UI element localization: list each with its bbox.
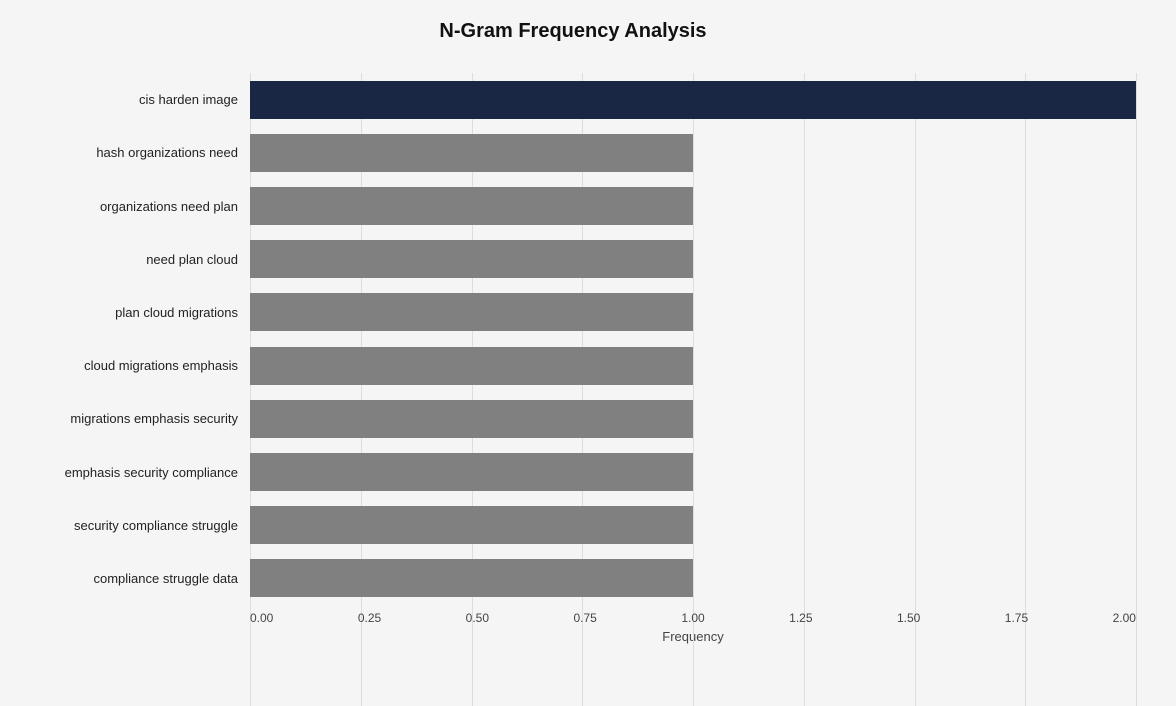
bar-row: plan cloud migrations: [10, 286, 1136, 339]
bar-secondary: [250, 293, 693, 331]
bar-secondary: [250, 187, 693, 225]
bar-label: cloud migrations emphasis: [10, 358, 250, 373]
bar-row: organizations need plan: [10, 179, 1136, 232]
bar-label: hash organizations need: [10, 145, 250, 160]
bar-secondary: [250, 240, 693, 278]
bar-track: [250, 552, 1136, 605]
bar-label: security compliance struggle: [10, 518, 250, 533]
bar-label: organizations need plan: [10, 199, 250, 214]
bar-secondary: [250, 347, 693, 385]
x-tick: 2.00: [1113, 611, 1136, 625]
bar-secondary: [250, 559, 693, 597]
bar-label: migrations emphasis security: [10, 411, 250, 426]
x-axis: 0.00 0.25 0.50 0.75 1.00 1.25 1.50 1.75 2.00: [250, 611, 1136, 625]
bar-label: emphasis security compliance: [10, 465, 250, 480]
bar-row: emphasis security compliance: [10, 445, 1136, 498]
x-tick: 1.25: [789, 611, 812, 625]
bar-label: cis harden image: [10, 92, 250, 107]
bar-track: [250, 126, 1136, 179]
bar-track: [250, 73, 1136, 126]
x-tick: 1.00: [681, 611, 704, 625]
bar-secondary: [250, 453, 693, 491]
bar-track: [250, 179, 1136, 232]
bar-row: cis harden image: [10, 73, 1136, 126]
bar-track: [250, 392, 1136, 445]
bar-secondary: [250, 506, 693, 544]
bar-track: [250, 445, 1136, 498]
bar-row: compliance struggle data: [10, 552, 1136, 605]
bar-track: [250, 233, 1136, 286]
x-tick: 0.75: [573, 611, 596, 625]
bar-track: [250, 499, 1136, 552]
bar-secondary: [250, 134, 693, 172]
bar-row: need plan cloud: [10, 233, 1136, 286]
chart-title: N-Gram Frequency Analysis: [10, 20, 1136, 43]
x-tick: 0.00: [250, 611, 273, 625]
x-tick: 1.50: [897, 611, 920, 625]
bar-track: [250, 286, 1136, 339]
bar-row: security compliance struggle: [10, 499, 1136, 552]
bar-label: compliance struggle data: [10, 571, 250, 586]
bar-label: need plan cloud: [10, 252, 250, 267]
x-tick: 0.25: [358, 611, 381, 625]
x-tick: 0.50: [466, 611, 489, 625]
grid-line: [1136, 73, 1137, 706]
bar-row: cloud migrations emphasis: [10, 339, 1136, 392]
rows-area: cis harden image hash organizations need o…: [10, 73, 1136, 605]
bar-primary: [250, 81, 1136, 119]
bar-secondary: [250, 400, 693, 438]
bar-track: [250, 339, 1136, 392]
bar-row: migrations emphasis security: [10, 392, 1136, 445]
chart-container: N-Gram Frequency Analysis cis harden ima…: [0, 0, 1176, 701]
bar-label: plan cloud migrations: [10, 305, 250, 320]
x-tick: 1.75: [1005, 611, 1028, 625]
bar-row: hash organizations need: [10, 126, 1136, 179]
chart-inner: cis harden image hash organizations need o…: [10, 73, 1136, 644]
